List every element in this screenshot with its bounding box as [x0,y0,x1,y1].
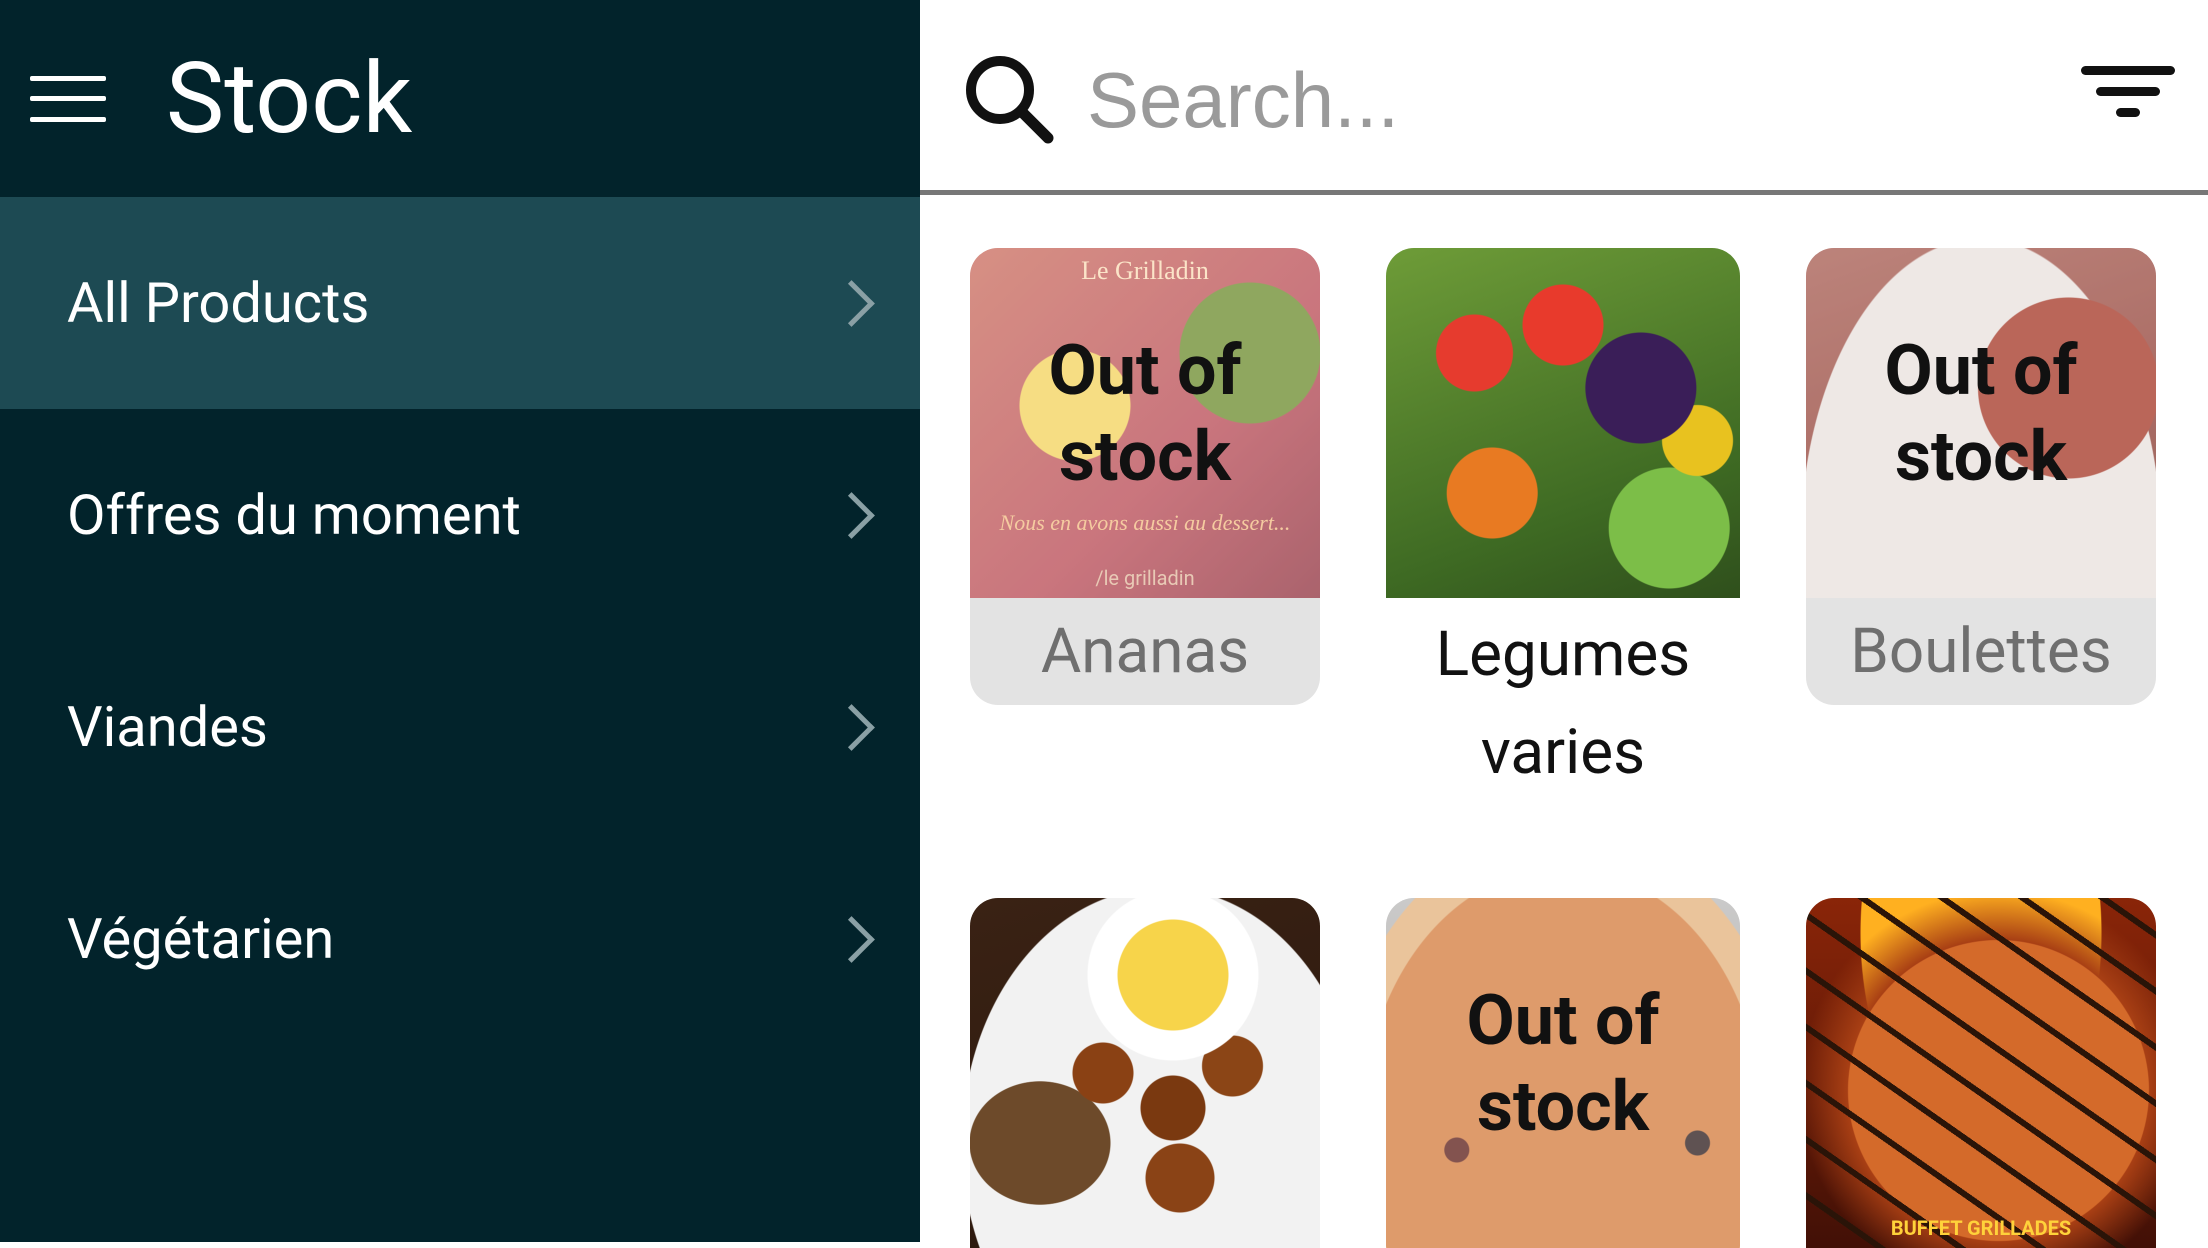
sidebar-item-label: Viandes [67,694,268,760]
search-input[interactable] [1085,44,1989,156]
sidebar: Stock All Products Offres du moment Vian… [0,0,920,1242]
sidebar-item-all-products[interactable]: All Products [0,197,920,409]
image-tag: BUFFET GRILLADES [1890,1216,2072,1240]
sidebar-header: Stock [0,0,920,197]
filter-icon[interactable] [2078,66,2178,128]
sidebar-item-viandes[interactable]: Viandes [0,621,920,833]
product-image [1386,248,1740,598]
product-image: Out of stock [1386,898,1740,1248]
product-image [970,898,1320,1248]
chevron-right-icon [828,280,875,327]
out-of-stock-label: Out of stock [1466,980,1660,1148]
product-image: BUFFET GRILLADES [1806,898,2156,1248]
sidebar-item-vegetarien[interactable]: Végétarien [0,833,920,1045]
search-bar [920,0,2208,195]
out-of-stock-label: Out of stock [1884,330,2078,498]
product-card-legumes[interactable]: Legumes varies [1386,248,1740,810]
product-card-boulettes[interactable]: Out of stock Boulettes [1806,248,2156,810]
product-card-pizza[interactable]: Out of stock [1386,898,1740,1248]
product-grid: Le Grilladin Nous en avons aussi au dess… [970,248,2158,1248]
image-caption: Le Grilladin [1081,256,1209,285]
sidebar-item-label: Végétarien [67,906,335,972]
chevron-right-icon [828,704,875,751]
product-image: Le Grilladin Nous en avons aussi au dess… [970,248,1320,598]
hamburger-menu-icon[interactable] [30,75,106,122]
sidebar-item-offres-du-moment[interactable]: Offres du moment [0,409,920,621]
product-card-ananas[interactable]: Le Grilladin Nous en avons aussi au dess… [970,248,1320,810]
search-icon[interactable] [960,50,1060,150]
image-subtitle: Nous en avons aussi au dessert... [999,510,1291,535]
app-title: Stock [166,41,413,156]
main-content: Le Grilladin Nous en avons aussi au dess… [920,0,2208,1248]
sidebar-item-label: All Products [67,270,370,336]
image-tag: /le grilladin [1095,566,1195,590]
out-of-stock-label: Out of stock [1048,330,1242,498]
product-name: Ananas [970,598,1320,705]
product-image: Out of stock [1806,248,2156,598]
product-card-grillades[interactable]: BUFFET GRILLADES [1806,898,2156,1248]
product-name: Legumes varies [1435,618,1691,789]
chevron-right-icon [828,492,875,539]
chevron-right-icon [828,916,875,963]
product-name: Boulettes [1806,598,2156,705]
sidebar-item-label: Offres du moment [67,482,521,548]
product-card-beignets[interactable] [970,898,1320,1248]
